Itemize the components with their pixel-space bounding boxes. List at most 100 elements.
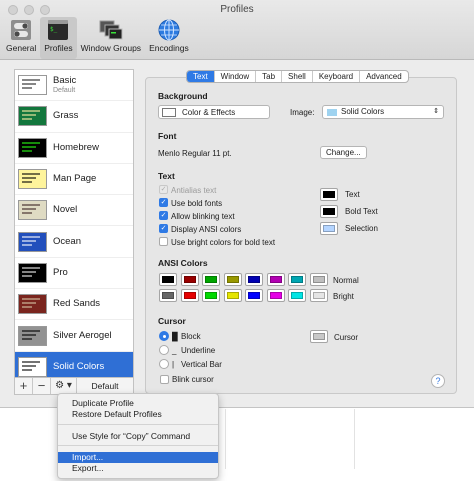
- text-option-checkbox[interactable]: ✓: [159, 211, 168, 220]
- profile-item[interactable]: Pro: [15, 258, 133, 290]
- text-option-checkbox[interactable]: [159, 237, 168, 246]
- profile-text: Solid Colors: [53, 360, 105, 372]
- profile-actions-gear-button[interactable]: ⚙ ▾: [51, 378, 77, 394]
- set-default-profile-button[interactable]: Default: [77, 381, 133, 391]
- change-font-button[interactable]: Change...: [320, 146, 367, 159]
- text-option-checkbox[interactable]: ✓: [159, 198, 168, 207]
- ansi-color-swatch: [248, 276, 260, 283]
- tab-advanced[interactable]: Advanced: [360, 71, 408, 82]
- profile-name: Solid Colors: [53, 360, 105, 372]
- tab-shell[interactable]: Shell: [282, 71, 313, 82]
- profile-thumbnail: [18, 169, 47, 190]
- text-option-checkbox[interactable]: ✓: [159, 224, 168, 233]
- profile-text: Grass: [53, 111, 78, 121]
- toolbar-profiles-label: Profiles: [44, 43, 73, 53]
- ansi-bright-color-well[interactable]: [159, 289, 177, 302]
- text-color-well[interactable]: [320, 205, 338, 218]
- profile-item[interactable]: Red Sands: [15, 289, 133, 321]
- blink-cursor-checkbox[interactable]: [160, 375, 169, 384]
- thumbnail-line: [22, 87, 32, 90]
- profile-name: Ocean: [53, 235, 81, 247]
- profile-text: Pro: [53, 267, 68, 278]
- profile-item[interactable]: Solid Colors: [15, 351, 133, 377]
- ansi-color-swatch: [183, 292, 196, 299]
- color-effects-button[interactable]: Color & Effects: [158, 105, 270, 119]
- profile-item[interactable]: Ocean: [15, 226, 133, 258]
- tab-tab[interactable]: Tab: [256, 71, 283, 82]
- cursor-style-radio[interactable]: [159, 345, 169, 355]
- text-color-swatch: [323, 208, 335, 215]
- profile-item[interactable]: Silver Aerogel: [15, 320, 133, 352]
- ansi-bright-color-well[interactable]: [180, 289, 199, 302]
- cursor-style-radio[interactable]: [159, 359, 169, 369]
- general-switch-icon: [11, 20, 32, 40]
- profiles-terminal-icon: $_: [48, 20, 69, 40]
- thumbnail-line: [22, 368, 32, 371]
- text-option-label: Display ANSI colors: [171, 225, 242, 234]
- profile-thumbnail: [18, 75, 47, 96]
- help-button[interactable]: ?: [431, 374, 445, 388]
- thumbnail-line: [22, 333, 36, 336]
- ansi-bright-color-well[interactable]: [223, 289, 242, 302]
- menu-item[interactable]: Export...: [58, 463, 218, 474]
- text-color-well[interactable]: [320, 188, 338, 201]
- profile-name: Homebrew: [53, 141, 99, 153]
- settings-tabs: Text Window Tab Shell Keyboard Advanced: [186, 70, 409, 83]
- ansi-normal-color-well[interactable]: [223, 273, 242, 286]
- cursor-style-label: Block: [181, 332, 201, 341]
- preferences-toolbar: General $_ Profiles Window Groups Encodi…: [2, 17, 193, 59]
- profile-item[interactable]: Basic Default: [15, 70, 133, 102]
- ansi-normal-color-well[interactable]: [288, 273, 306, 286]
- toolbar-encodings[interactable]: Encodings: [145, 17, 193, 59]
- ansi-bright-color-well[interactable]: [245, 289, 263, 302]
- cursor-color-well[interactable]: [310, 330, 328, 343]
- thumbnail-line: [22, 329, 40, 332]
- thumbnail-line: [22, 212, 32, 215]
- text-option-label: Antialias text: [171, 186, 217, 195]
- text-color-well[interactable]: [320, 222, 338, 235]
- menu-item[interactable]: Use Style for “Copy” Command: [58, 431, 218, 442]
- ansi-normal-color-well[interactable]: [180, 273, 199, 286]
- ansi-normal-color-well[interactable]: [159, 273, 177, 286]
- ansi-normal-color-well[interactable]: [202, 273, 220, 286]
- toolbar-window-groups[interactable]: Window Groups: [77, 17, 145, 59]
- color-swatch-icon: [162, 107, 176, 117]
- profile-text: Homebrew: [53, 141, 99, 153]
- toolbar-general[interactable]: General: [2, 17, 40, 59]
- profile-item[interactable]: Grass: [15, 101, 133, 133]
- profile-name: Man Page: [53, 173, 97, 185]
- profile-item[interactable]: Novel: [15, 195, 133, 227]
- cursor-style-radio[interactable]: [159, 331, 169, 341]
- toolbar-profiles[interactable]: $_ Profiles: [40, 17, 77, 59]
- menu-item[interactable]: Import...: [58, 452, 218, 463]
- profile-thumbnail: [18, 294, 47, 315]
- thumbnail-line: [22, 83, 36, 86]
- ansi-bright-color-well[interactable]: [266, 289, 285, 302]
- ansi-normal-color-well[interactable]: [309, 273, 328, 286]
- ansi-bright-color-well[interactable]: [202, 289, 220, 302]
- menu-item[interactable]: Restore Default Profiles: [58, 409, 218, 420]
- ansi-normal-color-well[interactable]: [245, 273, 263, 286]
- ansi-normal-color-well[interactable]: [266, 273, 285, 286]
- remove-profile-button[interactable]: −: [33, 378, 51, 394]
- add-profile-button[interactable]: +: [15, 378, 33, 394]
- ansi-color-swatch: [291, 292, 303, 299]
- tab-window[interactable]: Window: [215, 71, 257, 82]
- profile-name: Silver Aerogel: [53, 329, 112, 341]
- thumbnail-line: [22, 208, 36, 211]
- thumbnail-line: [22, 360, 40, 363]
- thumbnail-line: [22, 177, 36, 180]
- ansi-bright-color-well[interactable]: [288, 289, 306, 302]
- profile-item[interactable]: Homebrew: [15, 133, 133, 164]
- tab-text[interactable]: Text: [187, 71, 215, 82]
- ansi-bright-color-well[interactable]: [309, 289, 328, 302]
- ansi-color-swatch: [226, 292, 239, 299]
- profile-thumbnail: [18, 325, 47, 346]
- tab-keyboard[interactable]: Keyboard: [313, 71, 361, 82]
- background-heading: Background: [158, 91, 208, 101]
- menu-item[interactable]: Duplicate Profile: [58, 398, 218, 409]
- image-popup[interactable]: Solid Colors ⇕: [322, 105, 444, 119]
- profile-item[interactable]: Man Page: [15, 164, 133, 196]
- thumbnail-line: [22, 173, 40, 176]
- profile-default-badge: Default: [53, 86, 76, 94]
